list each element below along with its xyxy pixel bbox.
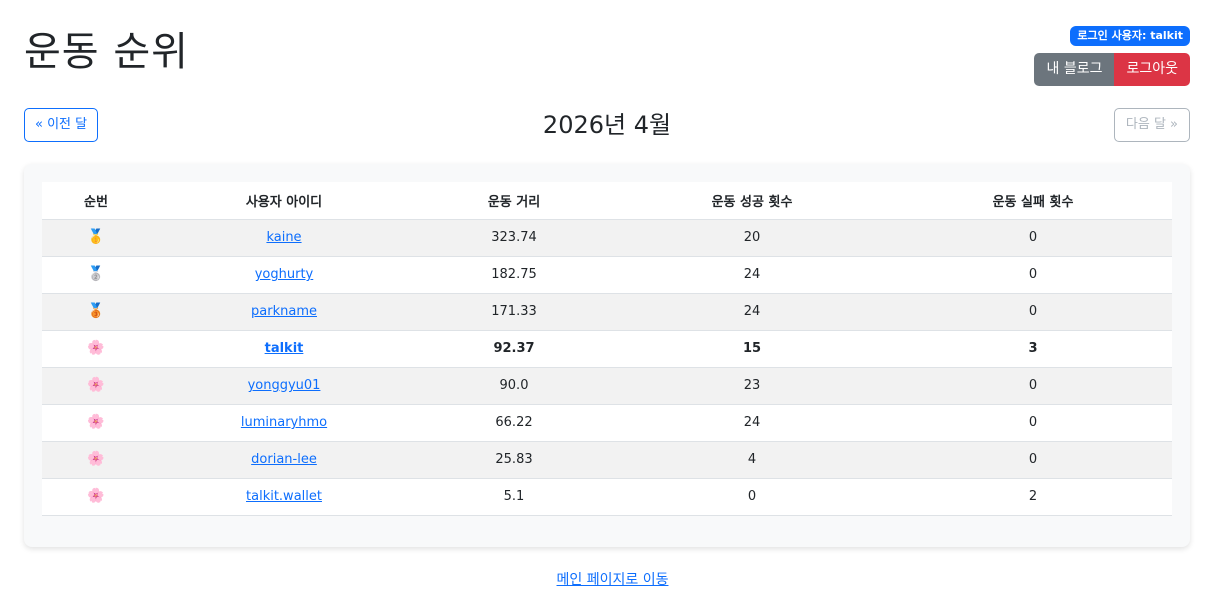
logout-button[interactable]: 로그아웃 — [1114, 53, 1190, 86]
column-header-success-count: 운동 성공 횟수 — [610, 182, 894, 220]
table-row: 🌸 talkit.wallet 5.1 0 2 — [42, 478, 1172, 516]
current-month-label: 2026년 4월 — [542, 111, 672, 139]
success-count-cell: 24 — [610, 293, 894, 331]
fail-count-cell: 0 — [894, 404, 1172, 442]
distance-cell: 171.33 — [418, 293, 610, 331]
login-user-badge: 로그인 사용자: talkit — [1070, 26, 1190, 46]
gold-medal-icon: 🥇 — [87, 229, 105, 245]
main-page-link[interactable]: 메인 페이지로 이동 — [557, 572, 669, 588]
success-count-cell: 15 — [610, 330, 894, 368]
success-count-cell: 0 — [610, 478, 894, 516]
cherry-blossom-icon: 🌸 — [87, 488, 105, 504]
next-month-button[interactable]: 다음 달 » — [1113, 108, 1190, 142]
cherry-blossom-icon: 🌸 — [87, 451, 105, 467]
ranking-table: 순번 사용자 아이디 운동 거리 운동 성공 횟수 운동 실패 횟수 🥇 kai… — [42, 182, 1172, 516]
fail-count-cell: 2 — [894, 478, 1172, 516]
column-header-distance: 운동 거리 — [418, 182, 610, 220]
table-row: 🌸 dorian-lee 25.83 4 0 — [42, 441, 1172, 479]
success-count-cell: 23 — [610, 367, 894, 405]
column-header-user-id: 사용자 아이디 — [150, 182, 418, 220]
success-count-cell: 24 — [610, 256, 894, 294]
cherry-blossom-icon: 🌸 — [87, 340, 105, 356]
distance-cell: 92.37 — [418, 330, 610, 368]
page-title: 운동 순위 — [24, 29, 189, 75]
column-header-fail-count: 운동 실패 횟수 — [894, 182, 1172, 220]
user-link[interactable]: dorian-lee — [251, 452, 317, 467]
table-row: 🥇 kaine 323.74 20 0 — [42, 219, 1172, 257]
distance-cell: 25.83 — [418, 441, 610, 479]
success-count-cell: 24 — [610, 404, 894, 442]
distance-cell: 66.22 — [418, 404, 610, 442]
user-link[interactable]: talkit.wallet — [246, 489, 322, 504]
table-row: 🥈 yoghurty 182.75 24 0 — [42, 256, 1172, 294]
ranking-card: 순번 사용자 아이디 운동 거리 운동 성공 횟수 운동 실패 횟수 🥇 kai… — [24, 164, 1190, 547]
fail-count-cell: 0 — [894, 293, 1172, 331]
prev-month-button[interactable]: « 이전 달 — [24, 108, 99, 142]
cherry-blossom-icon: 🌸 — [87, 377, 105, 393]
fail-count-cell: 0 — [894, 441, 1172, 479]
table-row: 🌸 yonggyu01 90.0 23 0 — [42, 367, 1172, 405]
user-link[interactable]: yoghurty — [255, 267, 314, 282]
ranking-page: 운동 순위 로그인 사용자: talkit 내 블로그 로그아웃 2026년 4… — [0, 0, 1225, 603]
current-user-row: 🌸 talkit 92.37 15 3 — [42, 330, 1172, 368]
distance-cell: 182.75 — [418, 256, 610, 294]
user-link[interactable]: parkname — [251, 304, 317, 319]
distance-cell: 323.74 — [418, 219, 610, 257]
my-blog-button[interactable]: 내 블로그 — [1034, 53, 1115, 86]
month-navigation: 2026년 4월 « 이전 달 다음 달 » — [24, 108, 1190, 142]
distance-cell: 5.1 — [418, 478, 610, 516]
table-header-row: 순번 사용자 아이디 운동 거리 운동 성공 횟수 운동 실패 횟수 — [42, 182, 1172, 220]
column-header-rank: 순번 — [42, 182, 150, 220]
silver-medal-icon: 🥈 — [87, 266, 105, 282]
bronze-medal-icon: 🥉 — [87, 303, 105, 319]
success-count-cell: 4 — [610, 441, 894, 479]
table-row: 🥉 parkname 171.33 24 0 — [42, 293, 1172, 331]
user-link[interactable]: talkit — [265, 341, 304, 356]
user-link[interactable]: luminaryhmo — [241, 415, 327, 430]
success-count-cell: 20 — [610, 219, 894, 257]
header-button-group: 내 블로그 로그아웃 — [1034, 53, 1190, 86]
fail-count-cell: 3 — [894, 330, 1172, 368]
fail-count-cell: 0 — [894, 367, 1172, 405]
fail-count-cell: 0 — [894, 256, 1172, 294]
footer: 메인 페이지로 이동 — [0, 569, 1225, 589]
table-row: 🌸 luminaryhmo 66.22 24 0 — [42, 404, 1172, 442]
user-link[interactable]: yonggyu01 — [248, 378, 321, 393]
cherry-blossom-icon: 🌸 — [87, 414, 105, 430]
fail-count-cell: 0 — [894, 219, 1172, 257]
user-link[interactable]: kaine — [266, 230, 301, 245]
distance-cell: 90.0 — [418, 367, 610, 405]
